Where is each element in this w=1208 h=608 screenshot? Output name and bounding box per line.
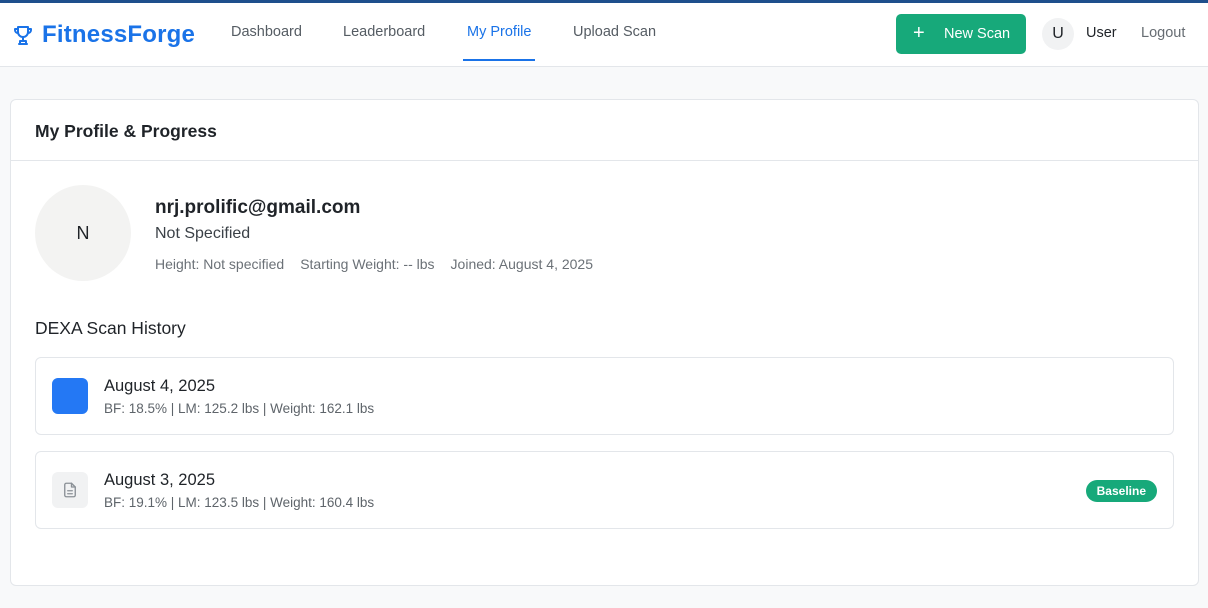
card-header: My Profile & Progress [11, 100, 1198, 161]
profile-email: nrj.prolific@gmail.com [155, 197, 361, 218]
nav-my-profile[interactable]: My Profile [462, 3, 536, 61]
new-scan-label: New Scan [944, 26, 1011, 42]
baseline-badge: Baseline [1085, 480, 1157, 502]
blue-square-icon [52, 378, 88, 414]
nav-dashboard[interactable]: Dashboard [231, 3, 302, 61]
user-name: User [1086, 25, 1117, 41]
scan-list-item[interactable]: August 4, 2025 BF: 18.5% | LM: 125.2 lbs… [35, 357, 1174, 435]
profile-starting-weight: Starting Weight: -- lbs [300, 256, 435, 272]
logout-link[interactable]: Logout [1141, 25, 1185, 41]
scan-history-title: DEXA Scan History [35, 318, 186, 338]
document-icon [52, 472, 88, 508]
profile-height: Height: Not specified [155, 256, 285, 272]
brand-name: FitnessForge [42, 21, 196, 48]
profile-card: My Profile & Progress N nrj.prolific@gma… [10, 99, 1199, 586]
profile-subtitle: Not Specified [155, 225, 251, 242]
scan-stats: BF: 18.5% | LM: 125.2 lbs | Weight: 162.… [104, 401, 375, 416]
scan-stats: BF: 19.1% | LM: 123.5 lbs | Weight: 160.… [104, 495, 375, 510]
plus-icon: + [913, 22, 925, 44]
scan-date: August 4, 2025 [104, 377, 216, 395]
nav-upload-scan[interactable]: Upload Scan [573, 3, 656, 61]
scan-date: August 3, 2025 [104, 471, 216, 489]
brand[interactable]: FitnessForge [10, 3, 195, 67]
top-navbar: FitnessForge Dashboard Leaderboard My Pr… [0, 3, 1208, 67]
new-scan-button[interactable]: + New Scan [896, 14, 1026, 54]
user-avatar[interactable]: U [1042, 18, 1074, 50]
profile-avatar: N [35, 185, 131, 281]
nav-leaderboard[interactable]: Leaderboard [343, 3, 425, 61]
profile-joined: Joined: August 4, 2025 [450, 256, 593, 272]
trophy-icon [10, 22, 36, 48]
scan-list-item[interactable]: August 3, 2025 BF: 19.1% | LM: 123.5 lbs… [35, 451, 1174, 529]
profile-meta: Height: Not specified Starting Weight: -… [155, 256, 593, 272]
page-title: My Profile & Progress [35, 121, 217, 141]
